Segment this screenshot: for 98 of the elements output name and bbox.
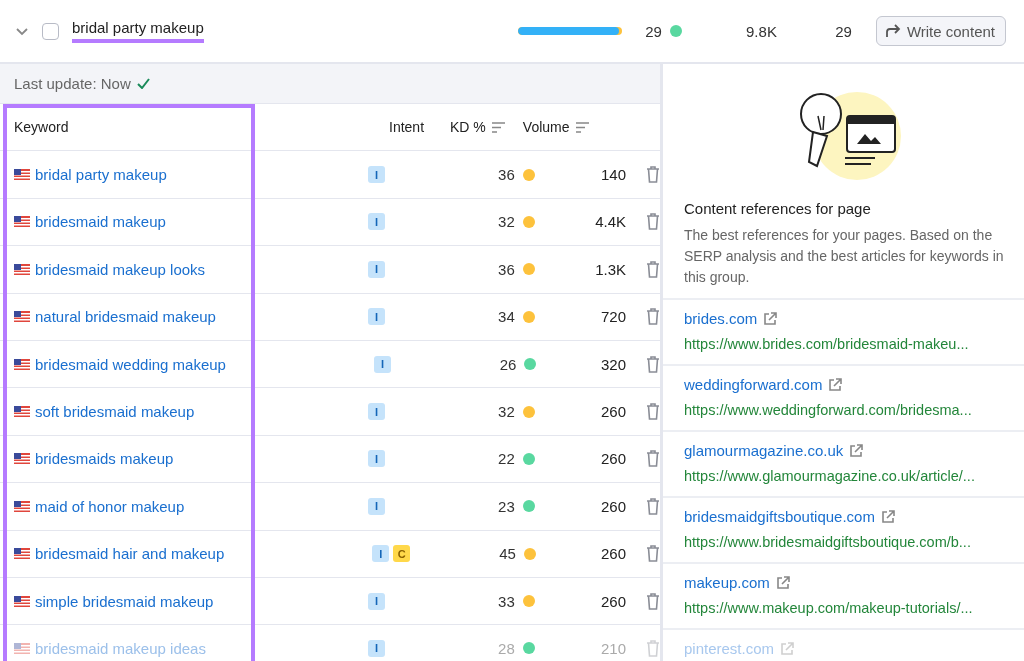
volume-value: 260 xyxy=(600,450,626,468)
trash-icon[interactable] xyxy=(646,308,660,326)
domain-link[interactable]: weddingforward.com xyxy=(684,376,823,393)
kd-value: 23 xyxy=(497,497,515,515)
column-header: Intent xyxy=(389,119,425,136)
kd-value: 33 xyxy=(497,592,515,610)
flag-icon xyxy=(14,311,30,323)
references-description: The best references for your pages. Based on the SERP analysis and the best articles for keywords in this group. xyxy=(684,226,1004,287)
kd-value: 32 xyxy=(497,213,515,231)
volume-value: 260 xyxy=(600,497,626,515)
external-link-icon xyxy=(775,575,790,590)
volume-value: 260 xyxy=(600,592,626,610)
volume-value: 4.4K xyxy=(594,213,626,231)
trash-icon[interactable] xyxy=(646,450,660,468)
domain-link[interactable]: makeup.com xyxy=(684,574,770,591)
trash-icon[interactable] xyxy=(646,592,660,610)
trash-icon[interactable] xyxy=(646,403,660,421)
reference-url[interactable]: https://www.makeup.com/makeup-tutorials/... xyxy=(684,600,1004,616)
external-link-icon xyxy=(780,641,795,656)
intent-badge: I xyxy=(368,260,386,278)
kd-value: 22 xyxy=(497,450,515,468)
share-arrow-icon xyxy=(884,24,901,38)
volume-value: 260 xyxy=(600,403,626,421)
reference-url[interactable]: https://www.brides.com/bridesmaid-makeu... xyxy=(684,336,1004,352)
volume-value: 1.3K xyxy=(594,260,626,278)
flag-icon xyxy=(14,548,30,560)
flag-icon xyxy=(14,216,30,228)
flag-icon xyxy=(14,453,30,465)
flag-icon xyxy=(14,500,30,512)
intent-badge: C xyxy=(393,545,411,563)
intent-badge: I xyxy=(368,497,386,515)
flag-icon xyxy=(14,595,30,607)
trash-icon[interactable] xyxy=(646,166,660,184)
external-link-icon xyxy=(828,377,843,392)
domain-link[interactable]: brides.com xyxy=(684,310,758,327)
volume-value: 140 xyxy=(600,166,626,184)
intent-badge: I xyxy=(368,640,386,657)
external-link-icon xyxy=(849,443,864,458)
trash-icon[interactable] xyxy=(646,545,660,563)
flag-icon xyxy=(14,643,30,654)
reference-url[interactable]: https://www.bridesmaidgiftsboutique.com/b... xyxy=(684,534,1004,550)
domain-link[interactable]: bridesmaidgiftsboutique.com xyxy=(684,508,875,525)
kd-value: 36 xyxy=(497,166,515,184)
keyword-link[interactable]: bridal party makeup xyxy=(35,166,167,184)
intent-badge: I xyxy=(368,403,386,421)
volume-value: 320 xyxy=(599,355,626,373)
keyword-count: 29 xyxy=(834,22,852,40)
keyword-link[interactable]: natural bridesmaid makeup xyxy=(35,308,216,326)
intent-badge: I xyxy=(368,592,386,610)
flag-icon xyxy=(14,406,30,418)
external-link-icon xyxy=(763,311,778,326)
intent-badge: I xyxy=(368,166,386,184)
keyword-link[interactable]: bridesmaid hair and makeup xyxy=(35,545,225,563)
kd-value: 45 xyxy=(498,545,516,563)
trash-icon[interactable] xyxy=(646,213,660,231)
trash-icon[interactable] xyxy=(646,355,660,373)
volume-value: 260 xyxy=(599,545,626,563)
checkbox[interactable] xyxy=(42,22,59,40)
sort-icon[interactable] xyxy=(491,121,505,133)
kd-value: 36 xyxy=(497,260,515,278)
reference-url[interactable]: https://www.weddingforward.com/bridesma... xyxy=(684,402,1004,418)
trash-icon[interactable] xyxy=(646,497,660,515)
reference-url[interactable]: https://www.glamourmagazine.co.uk/article/... xyxy=(684,468,1004,484)
kd-value: 34 xyxy=(497,308,515,326)
keyword-link[interactable]: soft bridesmaid makeup xyxy=(35,403,195,421)
keyword-link[interactable]: maid of honor makeup xyxy=(35,497,185,515)
write-content-button[interactable]: Write content xyxy=(875,16,1006,46)
references-title: Content references for page xyxy=(684,200,872,217)
keyword-link[interactable]: bridesmaid makeup looks xyxy=(35,260,206,278)
keyword-link[interactable]: simple bridesmaid makeup xyxy=(35,592,214,610)
volume-value: 720 xyxy=(600,308,626,326)
kd-value: 26 xyxy=(498,355,517,373)
last-update-text: Last update: Now xyxy=(14,75,131,92)
group-title: bridal party makeup xyxy=(72,19,204,43)
keyword-link[interactable]: bridesmaid wedding makeup xyxy=(35,355,226,373)
flag-icon xyxy=(14,358,30,370)
column-header[interactable]: Volume xyxy=(522,119,570,136)
column-header: Keyword xyxy=(14,119,69,136)
volume-value: 9.8K xyxy=(745,22,777,40)
trash-icon[interactable] xyxy=(646,260,660,278)
column-header[interactable]: KD % xyxy=(450,119,486,136)
kd-value: 29 xyxy=(644,22,662,40)
volume-value: 210 xyxy=(600,640,626,657)
kd-value: 32 xyxy=(497,403,515,421)
domain-link[interactable]: glamourmagazine.co.uk xyxy=(684,442,844,459)
intent-badge: I xyxy=(368,450,386,468)
checkmark-icon xyxy=(136,78,150,89)
intent-badge: I xyxy=(373,355,391,373)
intent-badge: I xyxy=(372,545,390,563)
flag-icon xyxy=(14,263,30,275)
intent-badge: I xyxy=(368,213,386,231)
keyword-link[interactable]: bridesmaid makeup xyxy=(35,213,166,231)
keyword-link[interactable]: bridesmaids makeup xyxy=(35,450,174,468)
flag-icon xyxy=(14,169,30,181)
sort-icon[interactable] xyxy=(575,121,589,133)
intent-badge: I xyxy=(368,308,386,326)
kd-value: 28 xyxy=(497,640,515,657)
external-link-icon xyxy=(880,509,895,524)
